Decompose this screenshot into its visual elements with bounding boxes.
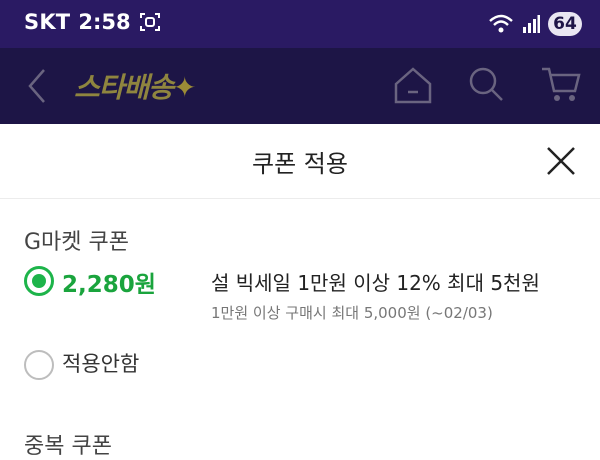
section-gmarket-coupon: G마켓 쿠폰 <box>24 230 130 255</box>
no-apply-label: 적용안함 <box>62 352 140 376</box>
carrier-label: SKT <box>24 10 71 34</box>
wifi-icon <box>488 13 514 35</box>
close-icon[interactable] <box>544 144 578 178</box>
battery-badge: 64 <box>548 12 582 36</box>
search-icon[interactable] <box>466 64 506 104</box>
clock: 2:58 <box>78 10 131 34</box>
coupon-sheet: 쿠폰 적용 G마켓 쿠폰 2,280원 설 빅세일 1만원 이상 12% 최대 … <box>0 124 600 459</box>
brand-text: 스타배송 <box>74 71 174 104</box>
sheet-title: 쿠폰 적용 <box>252 150 348 178</box>
brand-star: ✦ <box>173 71 196 104</box>
coupon-option[interactable]: 2,280원 설 빅세일 1만원 이상 12% 최대 5천원 1만원 이상 구매… <box>24 264 584 324</box>
status-right: 64 <box>488 12 582 36</box>
cart-icon[interactable] <box>540 64 582 104</box>
section-duplicate-coupon: 중복 쿠폰 <box>24 434 112 459</box>
status-bar: SKT 2:58 64 <box>0 0 600 48</box>
coupon-amount: 2,280원 <box>62 272 156 298</box>
coupon-condition: 1만원 이상 구매시 최대 5,000원 (~02/03) <box>211 304 493 322</box>
back-arrow-icon[interactable] <box>24 66 52 106</box>
no-apply-option[interactable]: 적용안함 <box>24 348 324 384</box>
no-apply-radio[interactable] <box>24 350 54 380</box>
status-left: SKT 2:58 <box>24 10 161 34</box>
signal-icon <box>522 14 540 34</box>
coupon-radio-selected[interactable] <box>24 266 54 296</box>
screenshot-icon <box>139 11 161 33</box>
app-header: 스타배송✦ <box>0 48 600 124</box>
home-icon[interactable] <box>392 64 434 106</box>
sheet-header: 쿠폰 적용 <box>0 124 600 199</box>
coupon-name: 설 빅세일 1만원 이상 12% 최대 5천원 <box>211 271 540 295</box>
brand-logo[interactable]: 스타배송✦ <box>74 66 197 106</box>
